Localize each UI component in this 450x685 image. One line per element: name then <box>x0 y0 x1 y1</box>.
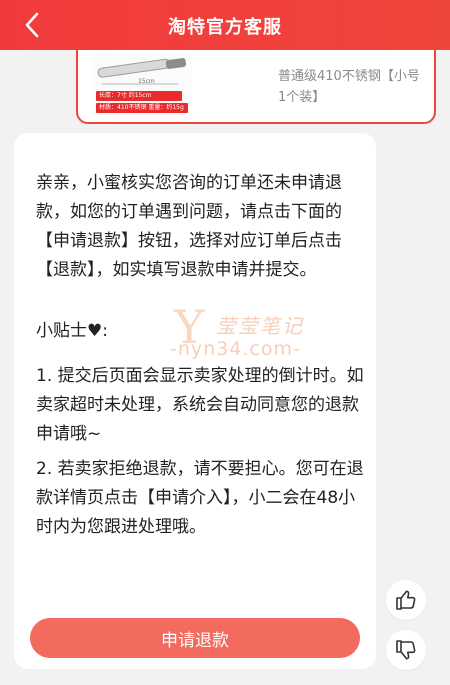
knife-image-icon <box>97 58 187 85</box>
page-title: 淘特官方客服 <box>168 17 282 38</box>
thumb-tag-material: 材质：410不锈钢 重量：约15g <box>96 103 188 113</box>
tips-title-text: 小贴士 <box>36 321 87 341</box>
product-card[interactable]: 15cm 长厚：7寸 约15cm 材质：410不锈钢 重量：约15g 普通级41… <box>76 38 436 124</box>
tips-heading: 小贴士♥: <box>36 317 108 346</box>
thumbs-up-icon <box>396 590 416 610</box>
product-thumbnail: 15cm 长厚：7寸 约15cm 材质：410不锈钢 重量：约15g <box>92 54 192 116</box>
dislike-button[interactable] <box>386 630 426 670</box>
apply-refund-button[interactable]: 申请退款 <box>30 618 360 658</box>
header-bar: 淘特官方客服 <box>0 0 450 50</box>
heart-icon: ♥: <box>87 321 108 341</box>
thumb-tag-length: 长厚：7寸 约15cm <box>96 91 182 101</box>
thumbs-down-icon <box>396 640 416 660</box>
tip-item-1: 1. 提交后页面会显示卖家处理的倒计时。如卖家超时未处理，系统会自动同意您的退款… <box>36 366 364 444</box>
message-intro: 亲亲，小蜜核实您咨询的订单还未申请退款，如您的订单遇到问题，请点击下面的【申请退… <box>36 173 342 280</box>
thumb-dimension: 15cm <box>138 78 155 85</box>
like-button[interactable] <box>386 580 426 620</box>
tip-item-2: 2. 若卖家拒绝退款，请不要担心。您可在退款详情页点击【申请介入】，小二会在48… <box>36 459 364 537</box>
chat-message-bubble: 亲亲，小蜜核实您咨询的订单还未申请退款，如您的订单遇到问题，请点击下面的【申请退… <box>14 133 376 669</box>
product-name: 普通级410不锈钢【小号1个装】 <box>278 69 420 105</box>
